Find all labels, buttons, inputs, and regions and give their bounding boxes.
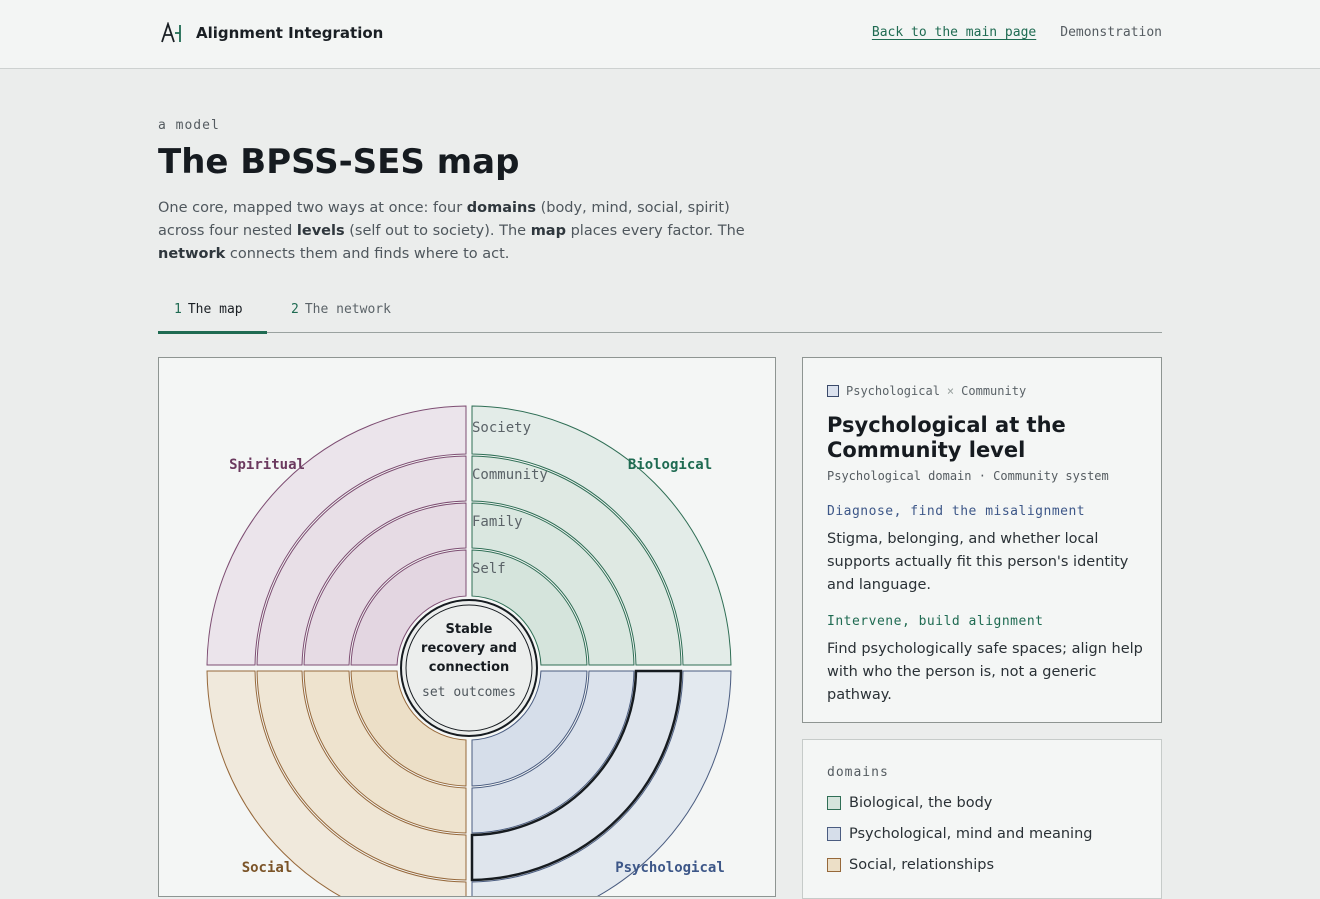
- core-label-line: recovery and: [421, 641, 517, 656]
- lead-bold-domains: domains: [466, 200, 536, 216]
- crumb-level: Community: [961, 384, 1027, 398]
- demonstration-link[interactable]: Demonstration: [1060, 25, 1162, 40]
- domain-label-spiritual: Spiritual: [229, 457, 305, 473]
- crumb-separator: ×: [946, 384, 955, 398]
- biological-swatch: [827, 796, 841, 810]
- lead-bold-levels: levels: [296, 223, 345, 239]
- psychological-swatch: [827, 385, 839, 397]
- psychological-swatch: [827, 827, 841, 841]
- active-tab-indicator: [158, 331, 267, 334]
- legend-item-biological[interactable]: Biological, the body: [827, 795, 992, 811]
- level-label-self: Self: [472, 561, 506, 577]
- detail-card: Psychological × Community Psychological …: [802, 357, 1162, 723]
- crumb-domain: Psychological: [846, 384, 940, 398]
- detail-title: Psychological at the Community level: [827, 413, 1066, 462]
- core-sublabel: set outcomes: [422, 685, 516, 700]
- intervene-text: Find psychologically safe spaces; align …: [827, 641, 1143, 703]
- eyebrow: a model: [158, 118, 220, 133]
- top-bar: Alignment Integration Back to the main p…: [0, 0, 1320, 69]
- domain-label-social: Social: [242, 860, 293, 876]
- brand-logo-icon: [161, 22, 181, 43]
- legend-label: Psychological, mind and meaning: [849, 826, 1093, 842]
- tab-the-map[interactable]: 1 The map: [174, 302, 243, 317]
- lead-paragraph: One core, mapped two ways at once: four …: [158, 197, 768, 266]
- detail-breadcrumb: Psychological × Community: [827, 384, 1026, 398]
- legend-label: Social, relationships: [849, 857, 994, 873]
- lead-text-3: (self out to society). The: [344, 223, 531, 239]
- lead-text-5: connects them and finds where to act.: [225, 246, 510, 262]
- intervene-label: Intervene, build alignment: [827, 614, 1044, 629]
- bpss-ses-map: Stable recovery and connection set outcomes…: [206, 405, 732, 896]
- diagnose-text: Stigma, belonging, and whether local sup…: [827, 531, 1129, 593]
- domain-label-psychological: Psychological: [615, 860, 725, 876]
- legend-title: domains: [827, 765, 889, 780]
- back-to-main-link[interactable]: Back to the main page: [872, 25, 1036, 40]
- brand-name: Alignment Integration: [196, 24, 384, 42]
- tab-label: The map: [187, 302, 243, 317]
- diagnose-label: Diagnose, find the misalignment: [827, 504, 1086, 519]
- top-nav: Back to the main page Demonstration: [872, 25, 1162, 40]
- map-panel: Stable recovery and connection set outcomes…: [158, 357, 776, 897]
- legend-label: Biological, the body: [849, 795, 993, 811]
- page-title: The BPSS-SES map: [158, 142, 520, 182]
- core-label-line: Stable: [446, 622, 493, 637]
- level-label-family: Family: [472, 514, 523, 530]
- lead-text-1: One core, mapped two ways at once: four: [158, 200, 467, 216]
- social-swatch: [827, 858, 841, 872]
- core-label-line: connection: [429, 660, 510, 675]
- level-label-society: Society: [472, 420, 531, 436]
- detail-subtitle: Psychological domain · Community system: [827, 469, 1109, 483]
- domains-legend: domains Biological, the body Psychologic…: [802, 739, 1162, 899]
- tab-the-network[interactable]: 2 The network: [291, 302, 391, 317]
- tab-number: 1: [174, 302, 182, 317]
- legend-item-social[interactable]: Social, relationships: [827, 857, 994, 873]
- level-label-community: Community: [472, 467, 548, 483]
- tab-number: 2: [291, 302, 299, 317]
- lead-bold-map: map: [530, 223, 566, 239]
- tab-label: The network: [304, 302, 391, 317]
- domain-label-biological: Biological: [628, 457, 712, 473]
- legend-item-psychological[interactable]: Psychological, mind and meaning: [827, 826, 1092, 842]
- brand[interactable]: Alignment Integration: [160, 22, 383, 44]
- view-tabs: 1 The map 2 The network: [158, 292, 1162, 334]
- lead-text-4: places every factor. The: [565, 223, 745, 239]
- lead-bold-network: network: [158, 246, 226, 262]
